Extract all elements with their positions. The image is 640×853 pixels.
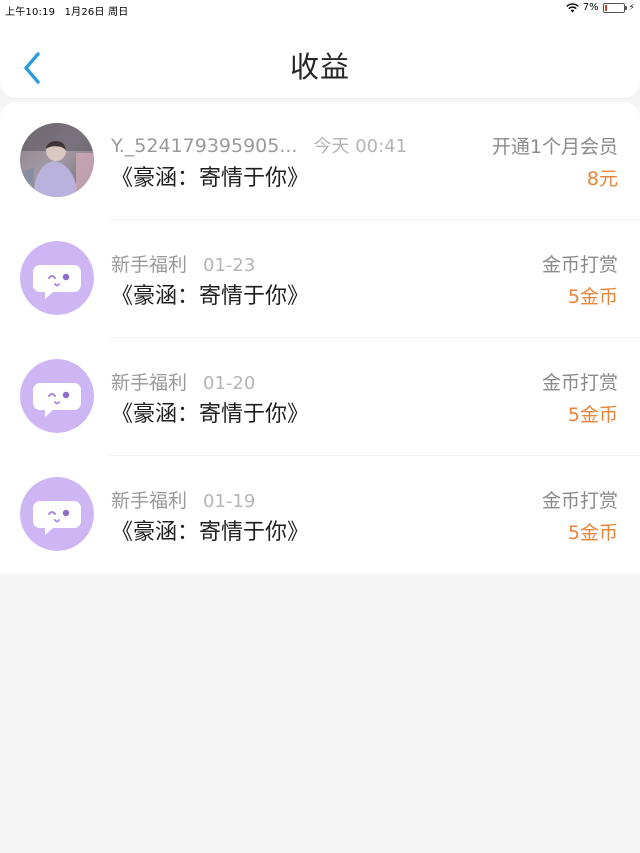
earning-row[interactable]: 新手福利 01-19 《豪涵：寄情于你》 金币打赏 5金币: [0, 456, 640, 574]
earning-time: 01-19: [203, 491, 256, 512]
sender-name: 新手福利: [111, 372, 188, 394]
earning-time: 今天 00:41: [313, 136, 408, 157]
nav-header: 收益: [0, 18, 640, 98]
page-title: 收益: [289, 50, 350, 84]
earning-amount: 8元: [586, 168, 618, 190]
earning-amount: 5金币: [567, 404, 618, 426]
status-bar: 上午10:19 1月26日 周日 7% ⚡: [0, 0, 640, 18]
user-photo: [20, 123, 94, 197]
earning-row[interactable]: 新手福利 01-20 《豪涵：寄情于你》 金币打赏 5金币: [0, 338, 640, 456]
earning-type: 金币打赏: [541, 254, 618, 276]
earning-amount: 5金币: [567, 286, 618, 308]
chat-bubble-icon: [20, 477, 94, 551]
chat-bubble-icon: [20, 359, 94, 433]
wifi-icon: [566, 2, 579, 12]
status-left: 上午10:19 1月26日 周日: [5, 3, 134, 18]
earning-type: 金币打赏: [541, 490, 618, 512]
sender-line: 新手福利 01-20: [111, 368, 255, 395]
earning-type: 开通1个月会员: [491, 136, 618, 158]
charging-icon: ⚡: [628, 2, 635, 13]
user-avatar[interactable]: [20, 123, 94, 197]
sender-name: 新手福利: [111, 490, 188, 512]
work-title: 《豪涵：寄情于你》: [111, 520, 310, 545]
work-title: 《豪涵：寄情于你》: [111, 284, 310, 309]
status-right: 7% ⚡: [566, 2, 635, 13]
battery-percent: 7%: [582, 2, 599, 13]
status-time: 上午10:19: [5, 7, 56, 18]
work-title: 《豪涵：寄情于你》: [111, 402, 310, 427]
system-avatar[interactable]: [20, 241, 94, 315]
earnings-list: Y._524179395905... 今天 00:41 《豪涵：寄情于你》 开通1…: [0, 102, 640, 574]
earning-time: 01-23: [203, 255, 256, 276]
chat-bubble-icon: [20, 241, 94, 315]
sender-name: 新手福利: [111, 254, 188, 276]
sender-name: Y._524179395905...: [111, 135, 298, 157]
earning-row[interactable]: 新手福利 01-23 《豪涵：寄情于你》 金币打赏 5金币: [0, 220, 640, 338]
earning-row[interactable]: Y._524179395905... 今天 00:41 《豪涵：寄情于你》 开通1…: [0, 102, 640, 220]
sender-line: Y._524179395905... 今天 00:41: [111, 132, 407, 158]
sender-line: 新手福利 01-19: [111, 486, 255, 513]
earning-time: 01-20: [203, 373, 256, 394]
battery-icon: [602, 2, 627, 13]
status-date: 1月26日 周日: [64, 7, 129, 18]
system-avatar[interactable]: [20, 359, 94, 433]
battery-level: [604, 4, 607, 11]
sender-line: 新手福利 01-23: [111, 250, 255, 277]
earning-type: 金币打赏: [541, 372, 618, 394]
earning-amount: 5金币: [567, 522, 618, 544]
system-avatar[interactable]: [20, 477, 94, 551]
work-title: 《豪涵：寄情于你》: [111, 166, 310, 191]
